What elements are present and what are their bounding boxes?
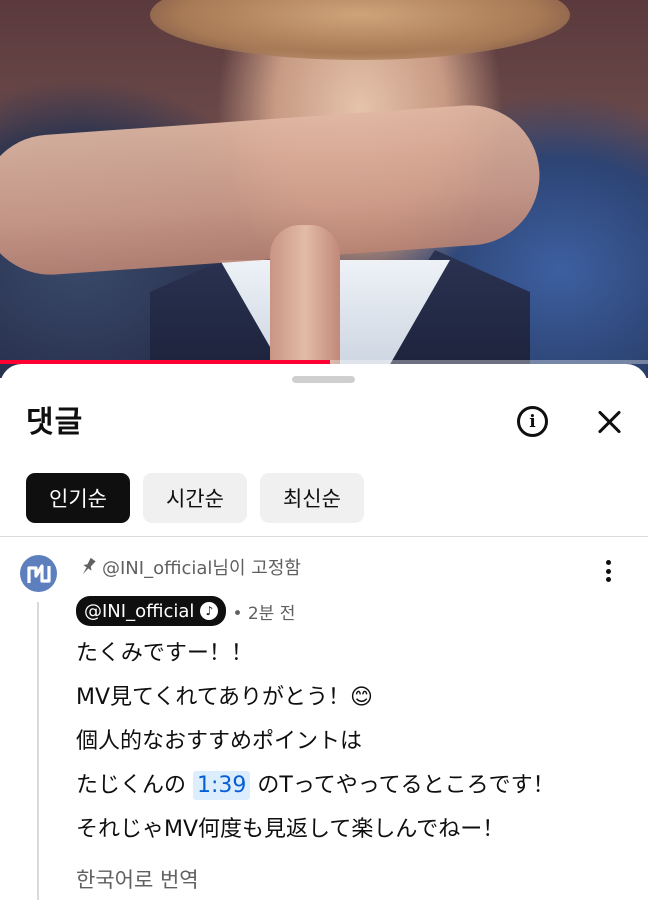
video-frame-finger: [270, 225, 340, 378]
sheet-divider: [0, 536, 648, 537]
comment-line: それじゃMV何度も見返して楽しんでねー！: [76, 817, 505, 842]
channel-avatar-icon: [26, 563, 51, 583]
video-player[interactable]: [0, 0, 648, 378]
comments-sheet: 댓글 i 인기순 시간순 최신순 @INI_official님이 고정함 @IN…: [0, 364, 648, 900]
info-icon[interactable]: i: [517, 406, 548, 437]
comment-body: たくみですー！！ MV見てくれてありがとう！😊 個人的なおすすめポイントは たじ…: [76, 632, 636, 852]
translate-button[interactable]: 한국어로 번역: [76, 864, 199, 894]
comment-line: 個人的なおすすめポイントは: [76, 729, 363, 754]
close-icon[interactable]: [596, 408, 624, 436]
pinned-text: @INI_official님이 고정함: [102, 558, 301, 579]
comment-line: たくみですー！！: [76, 641, 253, 666]
chip-popular[interactable]: 인기순: [26, 473, 130, 523]
comment-time: • 2분 전: [232, 603, 296, 624]
timestamp-link[interactable]: 1:39: [193, 771, 251, 800]
comment-text: たじくんの: [76, 773, 187, 798]
channel-avatar[interactable]: [20, 555, 57, 592]
music-note-icon: ♪: [200, 602, 219, 620]
sheet-drag-handle[interactable]: [292, 376, 355, 383]
comment-header: @INI_official ♪ • 2분 전: [76, 596, 295, 626]
pin-icon: [82, 557, 96, 575]
thread-line: [37, 602, 39, 900]
comment-text: のTってやってるところです！: [257, 773, 555, 798]
sort-chips: 인기순 시간순 최신순: [26, 473, 364, 523]
more-options-icon[interactable]: [598, 560, 618, 582]
sheet-title: 댓글: [26, 405, 84, 440]
pinned-indicator: @INI_official님이 고정함: [80, 554, 301, 580]
comment-line: たじくんの 1:39 のTってやってるところです！: [76, 764, 636, 808]
chip-by-time[interactable]: 시간순: [142, 473, 247, 523]
comment-line: MV見てくれてありがとう！😊: [76, 685, 373, 710]
author-badge[interactable]: @INI_official ♪: [76, 596, 227, 626]
video-frame-hair: [150, 0, 570, 60]
chip-newest[interactable]: 최신순: [259, 473, 364, 523]
author-name: @INI_official: [84, 600, 195, 622]
